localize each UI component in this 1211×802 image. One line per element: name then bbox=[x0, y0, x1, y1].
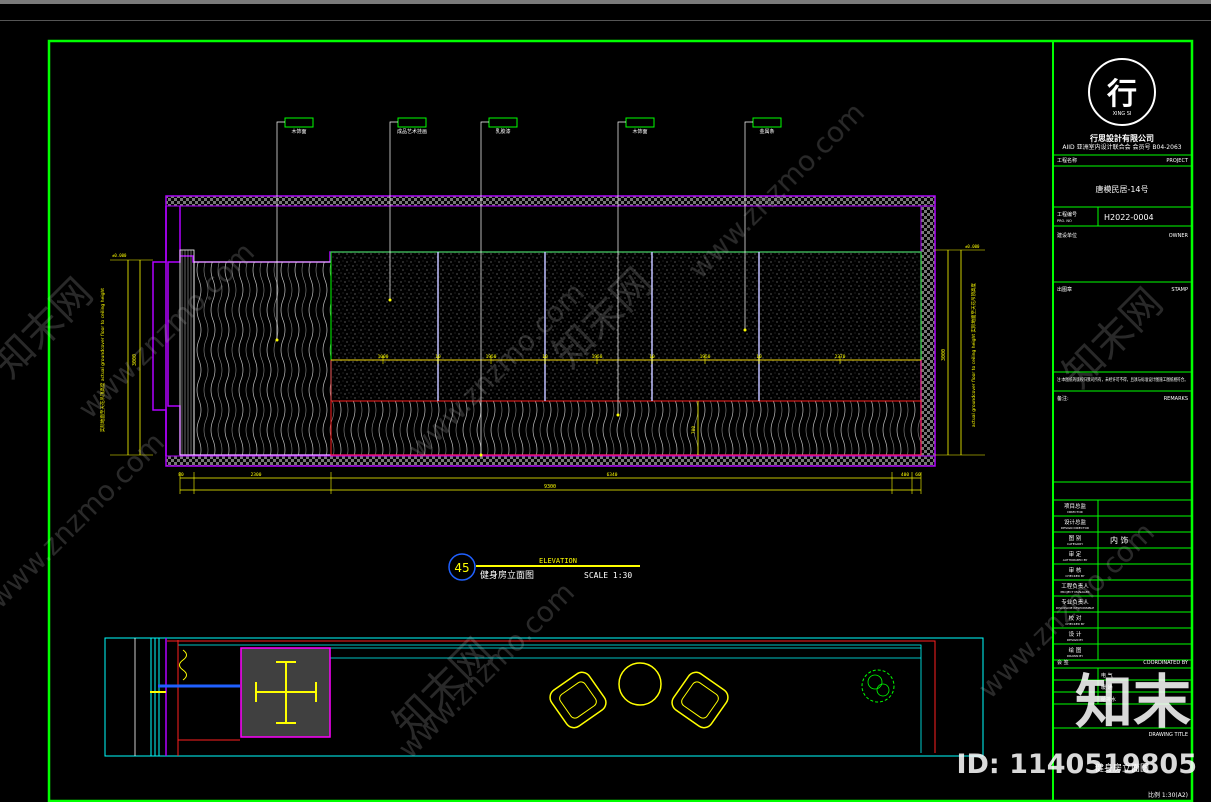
remarks-label-en: REMARKS bbox=[1164, 396, 1188, 402]
callout-label: 乳胶漆 bbox=[495, 128, 510, 135]
sign-row-label: 项目总监 bbox=[1064, 502, 1087, 510]
right-level-tag: ±0.000 bbox=[965, 244, 980, 249]
sign-row-label: 图 别 bbox=[1069, 534, 1082, 542]
callout-dot bbox=[616, 413, 620, 417]
lounge-chair-right bbox=[671, 671, 729, 729]
elevation-scale: SCALE 1:30 bbox=[584, 571, 632, 580]
watermark-id: ID: 1140519805 bbox=[956, 749, 1197, 780]
callout-tag bbox=[625, 117, 655, 128]
elevation-cn-title: 健身房立面图 bbox=[480, 569, 534, 581]
sign-row-label-en: DESIGN BY bbox=[1067, 638, 1083, 642]
elevation-en-title: ELEVATION bbox=[539, 557, 577, 565]
drawing-scale: 比例 1:30(A2) bbox=[1148, 791, 1188, 799]
sign-row-label: 设计总监 bbox=[1064, 518, 1087, 526]
callout-label: 成品艺术挂画 bbox=[397, 128, 427, 135]
feature-wall-lower bbox=[330, 359, 922, 402]
owner-label-en: OWNER bbox=[1169, 233, 1189, 239]
callout-label: 金属条 bbox=[759, 128, 774, 135]
callout-tag bbox=[284, 117, 314, 128]
owner-label: 建设单位 bbox=[1057, 232, 1077, 239]
callout-dot bbox=[479, 453, 483, 457]
round-table bbox=[618, 662, 662, 706]
callout-label: 木饰面 bbox=[632, 128, 647, 135]
lounge-chair-left bbox=[549, 671, 607, 729]
sign-row-label: 审 定 bbox=[1069, 550, 1082, 558]
coord-label: 会 签 bbox=[1057, 659, 1069, 666]
potted-plant-icon bbox=[861, 669, 895, 703]
project-no-label-en: PRO. NO bbox=[1057, 219, 1072, 223]
callout-label: 木饰面 bbox=[291, 128, 306, 135]
logo-caption: XING SI bbox=[1113, 111, 1132, 117]
company-sub: AIID 亚洲室内设计联合会 会员号 B04-2063 bbox=[1062, 143, 1181, 151]
elevation-number: 45 bbox=[454, 561, 469, 575]
sign-row-label-en: DRAWN BY bbox=[1067, 654, 1083, 658]
stamp-label: 出图章 bbox=[1057, 286, 1072, 293]
brand-logo: 知末 bbox=[1075, 668, 1191, 736]
watermark-url-4: www.znzmo.com bbox=[0, 426, 171, 615]
coord-label-en: COORDINATED BY bbox=[1143, 660, 1189, 666]
curtain-plan bbox=[179, 649, 187, 681]
callout-dot bbox=[743, 328, 747, 332]
callout-tag bbox=[488, 117, 518, 128]
project-label-en: PROJECT bbox=[1166, 158, 1189, 164]
right-height-dim: 3000 bbox=[941, 349, 947, 361]
sign-row-label-en: DESIGN DIRECTOR bbox=[1061, 526, 1089, 530]
bottom-dim-text: 2300 bbox=[251, 472, 262, 478]
plan-outer-outline bbox=[104, 637, 984, 757]
callout-dot bbox=[388, 298, 392, 302]
elevation-drawing: 1000 10 1950 10 1950 10 1950 10 2370 木饰面 成品艺术挂画 乳胶… bbox=[99, 117, 985, 581]
right-height-note: actual groundcover floor to ceiling heig… bbox=[970, 282, 977, 427]
stamp-label-en: STAMP bbox=[1171, 287, 1188, 293]
remarks-label: 备注: bbox=[1057, 395, 1069, 402]
floor-slab bbox=[165, 455, 936, 467]
company-name: 行思設計有限公司 bbox=[1089, 133, 1154, 143]
sign-row-label: 绘 图 bbox=[1069, 646, 1082, 654]
callout-tag bbox=[397, 117, 427, 128]
wainscot-dim: 700 bbox=[691, 426, 697, 434]
callout-tag bbox=[752, 117, 782, 128]
bottom-dim-text: 80 bbox=[178, 472, 184, 478]
ceiling-slab bbox=[165, 195, 936, 207]
sign-row-label-en: AUTHORIZED BY bbox=[1063, 558, 1088, 562]
project-name: 唐模民居-14号 bbox=[1095, 184, 1148, 194]
logo-char: 行 bbox=[1106, 77, 1137, 112]
total-dim: 9300 bbox=[544, 484, 556, 490]
sign-row-label-en: CATEGORY bbox=[1067, 542, 1083, 546]
cad-drawing: 行 XING SI 行思設計有限公司 AIID 亚洲室内设计联合会 会员号 B0… bbox=[0, 39, 1197, 802]
sign-row-label-en: DIRECTOR bbox=[1067, 510, 1083, 514]
project-number: H2022-0004 bbox=[1104, 213, 1154, 222]
bottom-dim-text: 60 bbox=[915, 472, 921, 478]
left-level-tag: ±0.000 bbox=[112, 253, 127, 258]
project-no-label: 工程编号 bbox=[1057, 211, 1077, 218]
right-wall-section bbox=[920, 205, 936, 457]
sign-row-label: 设 计 bbox=[1069, 630, 1082, 638]
watermark-site-1: 知末网 bbox=[0, 270, 102, 387]
bottom-dimension-texts: 80 2300 6340 400 60 bbox=[178, 472, 922, 494]
plan-view bbox=[104, 637, 984, 757]
bottom-dim-text: 6340 bbox=[607, 472, 618, 478]
project-label: 工程名称 bbox=[1057, 157, 1077, 164]
callout-dot bbox=[275, 338, 279, 342]
bottom-dim-text: 400 bbox=[901, 472, 909, 478]
